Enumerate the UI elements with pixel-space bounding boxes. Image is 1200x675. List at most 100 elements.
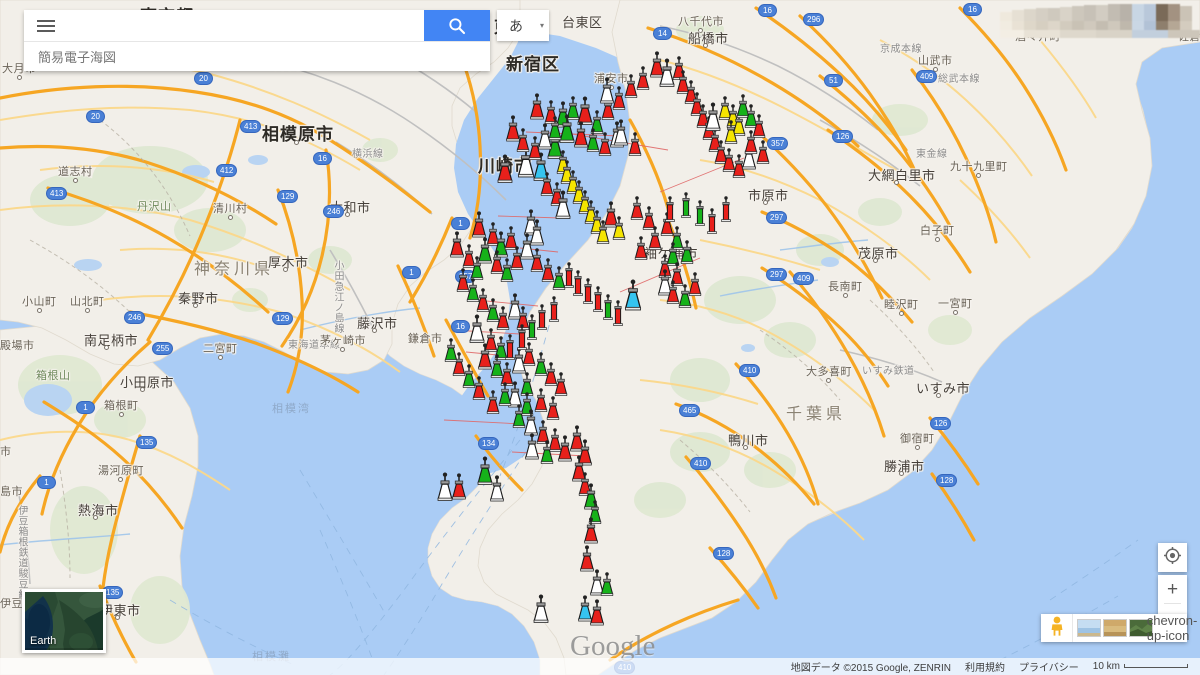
road-shield: 128 (936, 474, 958, 487)
buoy-marker-red[interactable] (664, 196, 676, 227)
buoy-marker-green[interactable] (680, 240, 694, 269)
map-place-dot (742, 445, 748, 450)
road-shield: 246 (124, 311, 146, 324)
map-place-dot (898, 311, 904, 316)
my-location-icon (1164, 546, 1181, 569)
buoy-marker-red[interactable] (688, 272, 702, 301)
map-place-dot (294, 140, 299, 145)
map-place-dot (227, 215, 233, 220)
buoy-marker-red[interactable] (628, 132, 642, 161)
map-place-dot (936, 393, 941, 398)
buoy-marker-green[interactable] (680, 192, 692, 223)
buoy-marker-red[interactable] (529, 93, 544, 125)
road-shield: 1 (451, 217, 470, 230)
buoy-marker-cyan[interactable] (624, 279, 642, 317)
map-place-dot (114, 615, 120, 620)
road-shield: 126 (832, 130, 854, 143)
layer-thumb-terrain[interactable] (1103, 619, 1127, 637)
road-shield: 413 (46, 187, 68, 200)
buoy-marker-red[interactable] (756, 140, 770, 169)
map-application: 東京都東京台東区八千代市佐倉市新宿区船橋市京成本線酒々井町上野原市大月市浦安市相… (0, 0, 1200, 675)
buoy-marker-white[interactable] (613, 119, 628, 151)
buoy-marker-red[interactable] (548, 296, 560, 327)
road-shield: 16 (451, 320, 470, 333)
map-place-dot (762, 200, 768, 205)
road-shield: 14 (653, 27, 672, 40)
privacy-link[interactable]: プライバシー (1019, 659, 1079, 674)
road-shield: 126 (930, 417, 952, 430)
buoy-marker-red[interactable] (497, 154, 514, 189)
search-panel: 簡易電子海図 (24, 10, 490, 71)
road-shield: 51 (824, 74, 843, 87)
menu-icon[interactable] (24, 10, 68, 41)
pegman-button[interactable] (1041, 614, 1073, 642)
buoy-marker-red[interactable] (634, 236, 648, 265)
search-suggestion[interactable]: 簡易電子海図 (24, 41, 490, 71)
buoy-marker-green[interactable] (540, 440, 554, 469)
map-place-dot (192, 303, 198, 308)
buoy-marker-red[interactable] (504, 334, 516, 365)
buoy-marker-white[interactable] (599, 77, 614, 109)
road-shield: 1 (76, 401, 95, 414)
zoom-in-button[interactable]: + (1158, 575, 1187, 603)
buoy-marker-red[interactable] (451, 473, 466, 505)
buoy-marker-white[interactable] (555, 190, 572, 225)
buoy-marker-white[interactable] (705, 102, 722, 137)
buoy-marker-green[interactable] (600, 572, 614, 601)
expand-layers-button[interactable]: chevron-up-icon (1147, 613, 1198, 643)
map-place-dot (698, 28, 703, 33)
redacted-region (1000, 4, 1200, 38)
layer-control-bar: chevron-up-icon (1041, 613, 1198, 643)
search-icon (448, 17, 466, 35)
road-shield: 20 (194, 72, 213, 85)
map-place-dot (92, 515, 98, 520)
map-place-dot (914, 445, 920, 450)
buoy-marker-red[interactable] (706, 208, 718, 239)
buoy-marker-white[interactable] (489, 475, 504, 507)
road-shield: 16 (313, 152, 332, 165)
road-shield: 412 (216, 164, 238, 177)
road-shield: 129 (272, 312, 294, 325)
earth-view-thumbnail[interactable]: Earth (22, 589, 106, 653)
ime-label: あ (509, 17, 523, 34)
road-shield: 255 (152, 342, 174, 355)
buoy-marker-green[interactable] (694, 200, 706, 231)
buoy-marker-green[interactable] (548, 116, 562, 145)
map-place-dot (16, 75, 22, 80)
layer-thumbnails (1073, 614, 1157, 642)
map-place-dot (72, 178, 78, 183)
my-location-button[interactable] (1158, 543, 1187, 572)
map-place-dot (217, 355, 223, 360)
road-shield: 409 (793, 272, 815, 285)
chevron-down-icon[interactable]: ▾ (535, 10, 549, 41)
terms-link[interactable]: 利用規約 (965, 659, 1005, 674)
buoy-marker-red[interactable] (636, 66, 650, 95)
buoy-marker-red[interactable] (589, 599, 604, 631)
buoy-marker-green[interactable] (444, 338, 458, 367)
road-shield: 128 (713, 547, 735, 560)
buoy-marker-white[interactable] (524, 433, 539, 465)
layer-thumb-sea[interactable] (1077, 619, 1101, 637)
road-shield: 410 (690, 457, 712, 470)
ime-selector[interactable]: あ ▾ (497, 10, 549, 41)
road-shield: 246 (323, 205, 345, 218)
buoy-marker-yellow[interactable] (724, 120, 738, 149)
attribution-bar: 地図データ ©2015 Google, ZENRIN 利用規約 プライバシー 1… (0, 658, 1200, 675)
search-button[interactable] (424, 10, 490, 41)
buoy-marker-yellow[interactable] (612, 216, 626, 245)
buoy-marker-green[interactable] (498, 382, 512, 411)
road-shield: 1 (402, 266, 421, 279)
map-place-dot (952, 310, 958, 315)
map-place-dot (344, 212, 350, 217)
search-input[interactable] (68, 10, 424, 41)
buoy-marker-red[interactable] (720, 196, 732, 227)
buoy-marker-white[interactable] (533, 594, 550, 629)
road-shield: 409 (916, 70, 938, 83)
buoy-marker-red[interactable] (612, 300, 624, 331)
map-place-dot (140, 387, 145, 392)
map-place-dot (118, 477, 123, 482)
road-shield: 357 (767, 137, 789, 150)
buoy-marker-red[interactable] (516, 324, 528, 355)
road-shield: 297 (766, 211, 788, 224)
road-shield: 297 (766, 268, 788, 281)
